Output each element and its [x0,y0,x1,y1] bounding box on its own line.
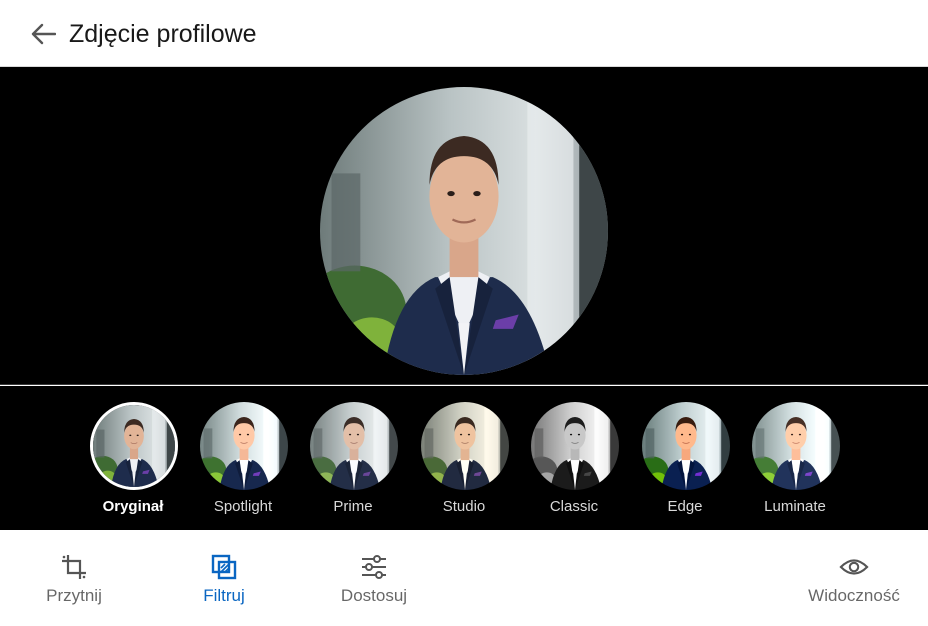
filter-thumbnail [642,402,730,490]
filter-preview-image [642,402,730,490]
filter-button[interactable]: Filtruj [198,552,250,612]
filter-label: Studio [442,498,486,515]
filter-preview-image [421,402,509,490]
filter-label: Filtruj [203,586,245,605]
adjust-label: Dostosuj [340,586,408,605]
back-button[interactable] [24,16,62,52]
eye-icon [839,552,869,582]
filter-studio[interactable]: Studio [417,402,511,522]
filter-label: Classic [549,498,599,515]
filter-preview-image [93,405,175,487]
filter-original[interactable]: Oryginał [86,402,180,522]
photo-stage [0,67,928,385]
filter-label: Edge [667,498,703,515]
filter-thumbnail [421,402,509,490]
filter-label: Luminate [764,498,826,515]
crop-button[interactable]: Przytnij [44,552,104,612]
header: Zdjęcie profilowe [0,0,928,67]
visibility-button[interactable]: Widoczność [804,552,904,612]
visibility-label: Widoczność [808,586,900,605]
crop-label: Przytnij [46,586,102,605]
page-title: Zdjęcie profilowe [69,20,257,48]
filter-classic[interactable]: Classic [527,402,621,522]
filter-label: Prime [333,498,373,515]
edit-toolbar: Przytnij Filtruj Dostosuj Widoczność [0,530,928,626]
filter-spotlight[interactable]: Spotlight [196,402,290,522]
filter-thumbnail [531,402,619,490]
crop-icon [59,552,89,582]
sliders-icon [359,552,389,582]
filter-preview-image [531,402,619,490]
profile-photo-preview[interactable] [320,87,608,375]
filter-strip: Oryginał Spotlight Prime Studio Classic … [0,386,928,530]
filter-thumbnail [90,402,178,490]
filter-edge[interactable]: Edge [638,402,732,522]
filter-preview-image [310,402,398,490]
adjust-button[interactable]: Dostosuj [338,552,410,612]
filter-thumbnail [310,402,398,490]
filter-preview-image [752,402,840,490]
filter-icon [209,552,239,582]
filter-label: Spotlight [213,498,273,515]
filter-prime[interactable]: Prime [306,402,400,522]
filter-label: Oryginał [102,498,164,515]
filter-thumbnail [200,402,288,490]
filter-thumbnail [752,402,840,490]
filter-luminate[interactable]: Luminate [748,402,842,522]
filter-preview-image [200,402,288,490]
arrow-left-icon [31,23,56,45]
